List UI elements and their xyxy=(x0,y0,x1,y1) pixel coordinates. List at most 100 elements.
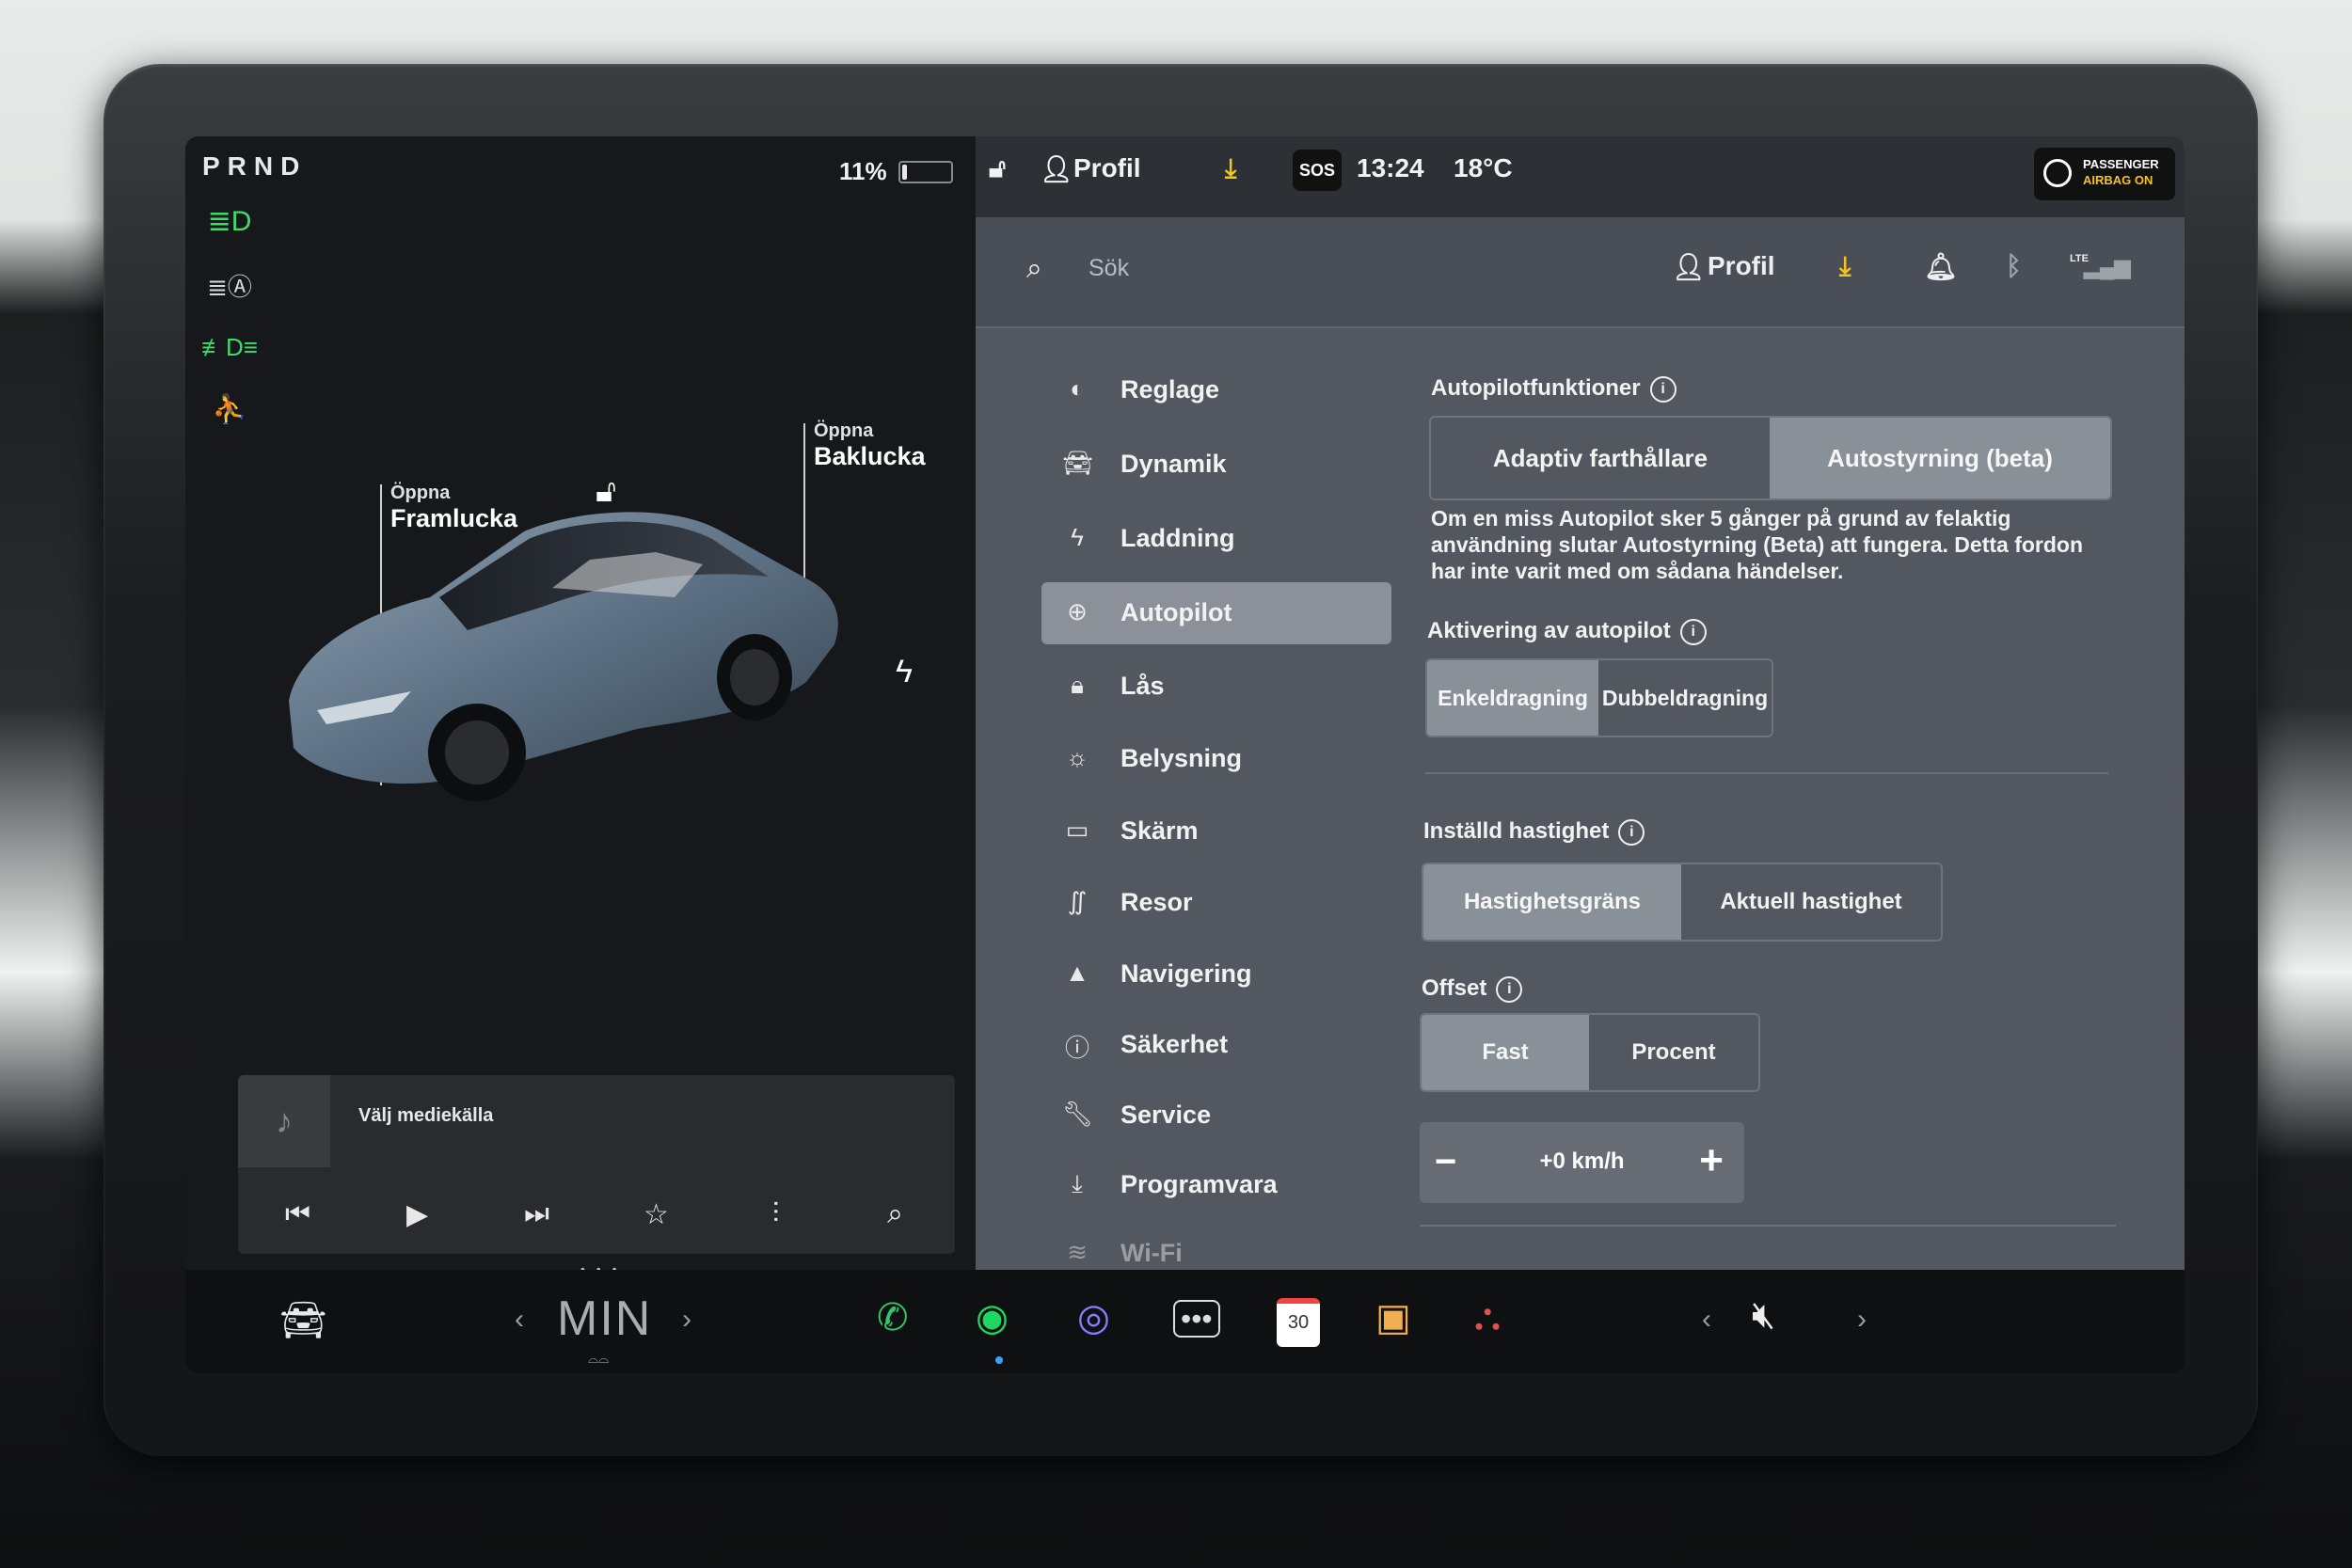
option-current-speed[interactable]: Aktuell hastighet xyxy=(1681,864,1941,940)
favorite-star-icon[interactable]: ☆ xyxy=(628,1198,685,1231)
temp-down-chevron-icon[interactable]: ‹ xyxy=(515,1304,524,1336)
trips-icon: ∬ xyxy=(1067,887,1088,915)
battery-icon xyxy=(898,161,953,183)
nav-item-skarm[interactable]: ▭ Skärm xyxy=(1041,800,1391,863)
info-icon[interactable]: i xyxy=(1679,618,1707,645)
section-divider xyxy=(1420,1225,2116,1227)
media-controls: ⏮ ▶ ⏭ ☆ ⫶ ⌕ xyxy=(238,1186,955,1243)
car-illustration xyxy=(289,512,838,801)
bottom-dock: 🚘︎ ‹ MIN ⌓⌓ › ✆ ◉ ◎ ••• 30 ▣ ⛬ ‹ 🔇︎ › xyxy=(185,1270,2185,1373)
volume-up-chevron-icon[interactable]: › xyxy=(1857,1304,1867,1336)
profile-icon[interactable]: 👤︎ xyxy=(1040,153,1073,184)
media-source-prompt[interactable]: Välj mediekälla xyxy=(358,1105,493,1127)
nav-item-reglage[interactable]: ◐ Reglage xyxy=(1041,359,1391,421)
nav-item-sakerhet[interactable]: ⓘ Säkerhet xyxy=(1041,1014,1391,1076)
download-icon[interactable]: ⤓ xyxy=(1225,153,1236,184)
nav-item-laddning[interactable]: ϟ Laddning xyxy=(1041,508,1391,570)
nav-label: Service xyxy=(1120,1101,1212,1129)
temp-up-chevron-icon[interactable]: › xyxy=(682,1304,691,1336)
active-app-dot xyxy=(995,1356,1003,1364)
airbag-icon xyxy=(2043,159,2072,187)
fog-light-icon: ≢D≡ xyxy=(201,332,258,361)
set-speed-selector: Hastighetsgräns Aktuell hastighet xyxy=(1422,863,1943,942)
toggle-icon: ◐ xyxy=(1070,374,1085,403)
profile-icon[interactable]: 👤︎ xyxy=(1672,251,1706,282)
seat-heater-icon[interactable]: ⌓⌓ xyxy=(588,1351,609,1367)
bluetooth-icon[interactable]: ᛒ xyxy=(2006,251,2022,281)
display-icon: ▭ xyxy=(1065,816,1089,844)
option-fixed[interactable]: Fast xyxy=(1422,1015,1589,1090)
media-player: ♪ Välj mediekälla ⏮ ▶ ⏭ ☆ ⫶ ⌕ xyxy=(238,1075,955,1254)
spotify-icon[interactable]: ◉ xyxy=(976,1296,1009,1339)
info-icon[interactable]: i xyxy=(1649,375,1677,403)
option-percent[interactable]: Procent xyxy=(1589,1015,1758,1090)
section-title-text: Aktivering av autopilot xyxy=(1427,618,1671,643)
car-icon: 🚘︎ xyxy=(1062,449,1094,477)
option-autosteer[interactable]: Autostyrning (beta) xyxy=(1770,418,2110,499)
nav-item-resor[interactable]: ∬ Resor xyxy=(1041,872,1391,934)
signal-strength-icon: ▂▄▆ xyxy=(2084,255,2131,278)
nav-item-autopilot[interactable]: ⊕ Autopilot xyxy=(1041,582,1391,644)
nav-label: Programvara xyxy=(1120,1170,1278,1198)
nav-item-programvara[interactable]: ⤓ Programvara xyxy=(1041,1154,1391,1216)
nav-label: Laddning xyxy=(1120,524,1235,552)
volume-down-chevron-icon[interactable]: ‹ xyxy=(1702,1304,1711,1336)
nav-item-dynamik[interactable]: 🚘︎ Dynamik xyxy=(1041,434,1391,496)
arcade-joystick-icon[interactable]: ⛬ xyxy=(1474,1296,1501,1338)
airbag-line-2: AIRBAG ON xyxy=(2083,173,2153,187)
camera-icon[interactable]: ◎ xyxy=(1077,1296,1110,1339)
offset-stepper: − +0 km/h + xyxy=(1420,1122,1744,1203)
media-search-icon[interactable]: ⌕ xyxy=(867,1198,924,1230)
nav-item-navigering[interactable]: ▲ Navigering xyxy=(1041,943,1391,1006)
nav-label: Resor xyxy=(1120,888,1193,916)
phone-icon[interactable]: ✆ xyxy=(877,1296,909,1339)
play-icon[interactable]: ▶ xyxy=(389,1198,446,1231)
profile-label[interactable]: Profil xyxy=(1073,153,1141,183)
set-speed-title: Inställd hastighet i xyxy=(1423,818,1645,846)
calendar-icon[interactable]: 30 xyxy=(1277,1298,1320,1347)
offset-title: Offset i xyxy=(1422,975,1523,1003)
climate-temperature[interactable]: MIN xyxy=(557,1291,652,1347)
nav-item-service[interactable]: 🔧︎ Service xyxy=(1041,1085,1391,1147)
trunk-callout[interactable]: Öppna Baklucka xyxy=(814,420,926,471)
option-speed-limit[interactable]: Hastighetsgräns xyxy=(1423,864,1681,940)
previous-track-icon[interactable]: ⏮ xyxy=(270,1198,326,1230)
lock-status-icon[interactable]: 🔓︎ xyxy=(989,153,1006,184)
increase-button[interactable]: + xyxy=(1699,1137,1724,1184)
option-single-pull[interactable]: Enkeldragning xyxy=(1427,660,1598,736)
nav-item-belysning[interactable]: ☼ Belysning xyxy=(1041,728,1391,790)
info-icon[interactable]: i xyxy=(1618,818,1645,846)
equalizer-icon[interactable]: ⫶ xyxy=(748,1198,804,1230)
charge-port-icon[interactable]: ϟ xyxy=(896,654,913,690)
car-icon[interactable]: 🚘︎ xyxy=(279,1298,327,1342)
autopilot-features-selector: Adaptiv farthållare Autostyrning (beta) xyxy=(1429,416,2112,500)
nav-label: Dynamik xyxy=(1120,450,1227,478)
mute-icon[interactable]: 🔇︎ xyxy=(1752,1294,1775,1337)
option-adaptive-cruise[interactable]: Adaptiv farthållare xyxy=(1431,418,1770,499)
airbag-line-1: PASSENGER xyxy=(2083,157,2159,171)
profile-label[interactable]: Profil xyxy=(1708,251,1775,281)
more-apps-icon[interactable]: ••• xyxy=(1173,1300,1220,1338)
section-divider xyxy=(1425,772,2108,774)
clock: 13:24 xyxy=(1357,153,1424,182)
next-track-icon[interactable]: ⏭ xyxy=(509,1198,565,1230)
search-icon[interactable]: ⌕ xyxy=(1026,253,1042,285)
nav-label: Wi-Fi xyxy=(1120,1239,1183,1267)
settings-header: ⌕ Sök 👤︎ Profil ⤓ 🔔︎ ᛒ LTE ▂▄▆ xyxy=(976,217,2185,328)
download-icon[interactable]: ⤓ xyxy=(1839,251,1851,282)
steering-wheel-icon: ⊕ xyxy=(1067,597,1088,626)
passenger-airbag-indicator: PASSENGER AIRBAG ON xyxy=(2034,148,2175,200)
nav-label: Belysning xyxy=(1120,744,1243,772)
lock-icon: 🔒︎ xyxy=(1071,671,1084,699)
toybox-icon[interactable]: ▣ xyxy=(1375,1296,1411,1339)
option-double-pull[interactable]: Dubbeldragning xyxy=(1598,660,1772,736)
search-input[interactable]: Sök xyxy=(1089,255,1129,282)
activation-selector: Enkeldragning Dubbeldragning xyxy=(1425,658,1773,737)
info-icon[interactable]: i xyxy=(1496,975,1523,1003)
offset-value: +0 km/h xyxy=(1539,1148,1625,1174)
sos-button[interactable]: SOS xyxy=(1293,150,1342,191)
gear-indicator: PRND xyxy=(202,151,308,181)
notification-bell-icon[interactable]: 🔔︎ xyxy=(1924,251,1958,282)
section-title-text: Inställd hastighet xyxy=(1423,818,1610,844)
nav-item-las[interactable]: 🔒︎ Lås xyxy=(1041,656,1391,718)
